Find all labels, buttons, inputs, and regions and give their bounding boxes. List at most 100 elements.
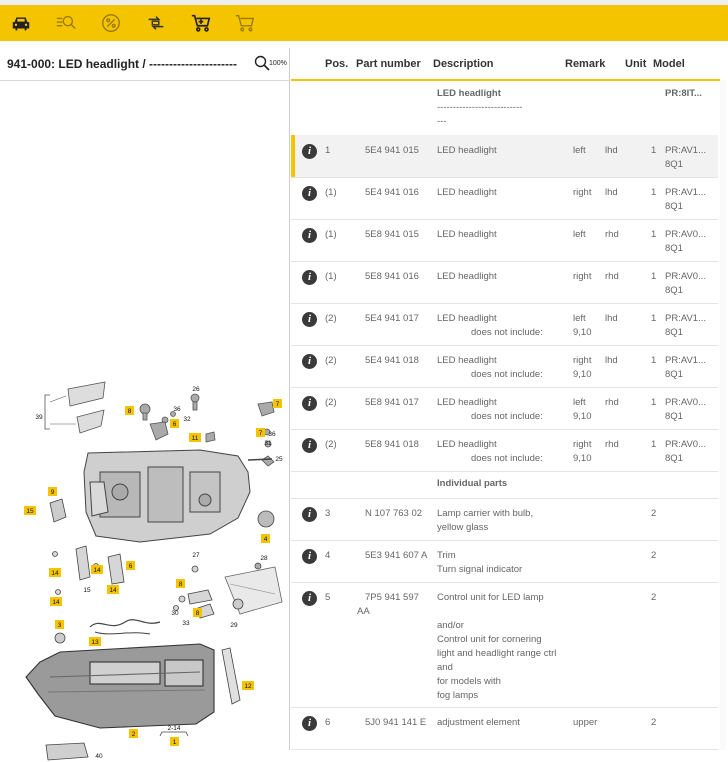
- parts-table: Pos. Part number Description Remark Unit…: [291, 48, 728, 750]
- headlight-lens: [25, 643, 215, 729]
- info-icon[interactable]: i: [302, 438, 317, 453]
- row-remark-side: right: [573, 355, 592, 366]
- svg-text:4: 4: [264, 536, 268, 543]
- table-row[interactable]: i (2) 5E4 941 017 LED headlight does not inc…: [291, 303, 718, 346]
- row-description-line: and: [437, 662, 453, 673]
- table-row[interactable]: i (1) 5E4 941 016 LED headlight right lhd 1 PR:…: [291, 177, 718, 220]
- table-row[interactable]: i (1) 5E8 941 016 LED headlight right rhd 1 PR:…: [291, 261, 718, 304]
- row-description-line: Control unit for LED lamp: [437, 592, 544, 603]
- label-33: 33: [182, 620, 190, 627]
- table-row[interactable]: i 4 5E3 941 607 A Trim Turn signal indicator…: [291, 540, 718, 583]
- list-search-icon[interactable]: [53, 11, 79, 35]
- row-description: LED headlight: [437, 439, 497, 450]
- row-remark: upper: [573, 717, 598, 728]
- info-icon[interactable]: i: [302, 507, 317, 522]
- row-model: PR:AV0...: [665, 229, 707, 240]
- info-icon[interactable]: i: [302, 312, 317, 327]
- label-6: 6: [170, 419, 179, 428]
- info-icon[interactable]: i: [302, 716, 317, 731]
- info-icon[interactable]: i: [302, 354, 317, 369]
- label-8c: 8: [193, 608, 202, 617]
- info-icon[interactable]: i: [302, 549, 317, 564]
- zoom-level: 100%: [269, 60, 287, 67]
- zoom-control[interactable]: 100%: [254, 55, 288, 73]
- info-icon[interactable]: i: [302, 591, 317, 606]
- table-row[interactable]: i (2) 5E8 941 017 LED headlight does not inc…: [291, 387, 718, 430]
- svg-text:39: 39: [35, 414, 43, 421]
- svg-text:13: 13: [91, 639, 99, 646]
- svg-text:29: 29: [230, 622, 238, 629]
- info-icon[interactable]: i: [302, 186, 317, 201]
- table-row-group-header: LED headlight ---------------------------…: [291, 80, 718, 136]
- label-29: 29: [230, 622, 238, 629]
- row-note: does not include:: [471, 453, 543, 464]
- row-model: PR:AV1...: [665, 355, 707, 366]
- row-model: PR:AV1...: [665, 313, 707, 324]
- row-remark-side: left: [573, 397, 586, 408]
- row-pos: (2): [325, 355, 337, 366]
- row-unit: 1: [651, 229, 657, 240]
- label-7a: 7: [273, 399, 282, 408]
- label-4: 4: [261, 534, 270, 543]
- label-28: 28: [260, 555, 268, 562]
- label-14c: 14: [50, 597, 62, 606]
- svg-text:40: 40: [95, 753, 103, 760]
- row-description-line: Control unit for cornering: [437, 634, 542, 645]
- exchange-icon[interactable]: [143, 11, 169, 35]
- car-icon[interactable]: [8, 11, 34, 35]
- info-icon[interactable]: i: [302, 144, 317, 159]
- row-unit: 1: [651, 355, 657, 366]
- percent-icon[interactable]: [98, 11, 124, 35]
- cart-icon[interactable]: [232, 11, 258, 35]
- info-icon[interactable]: i: [302, 396, 317, 411]
- scrollbar[interactable]: [720, 80, 726, 750]
- row-remark-side: right: [573, 187, 592, 198]
- col-remark[interactable]: Remark: [565, 58, 605, 70]
- row-description-line: fog lamps: [437, 690, 479, 701]
- illustration-pane: 941-000: LED headlight / ---------------…: [0, 48, 290, 761]
- svg-text:33: 33: [182, 620, 190, 627]
- row-remark-drive: rhd: [605, 229, 619, 240]
- group-title: LED headlight: [437, 88, 501, 99]
- table-row[interactable]: i (1) 5E8 941 015 LED headlight left rhd 1 PR:A…: [291, 219, 718, 262]
- exploded-parts-diagram[interactable]: 39 8 36 32 6 26 7 7 36 31 11 25 9 15 4 1…: [0, 332, 289, 762]
- info-icon[interactable]: i: [302, 228, 317, 243]
- table-row[interactable]: i (2) 5E8 941 018 LED headlight does not inc…: [291, 429, 718, 472]
- label-25: 25: [275, 456, 283, 463]
- brackets: [52, 545, 215, 619]
- table-row[interactable]: i3 N 107 763 02 Lamp carrier with bulb, yel…: [291, 498, 718, 541]
- table-row[interactable]: i (2) 5E4 941 018 LED headlight does not inc…: [291, 345, 718, 388]
- row-description: LED headlight: [437, 229, 497, 240]
- row-part-number: 5E8 941 017: [365, 397, 419, 408]
- row-model-2: 8Q1: [665, 369, 683, 380]
- table-row[interactable]: i 1 5E4 941 015 LED headlight left lhd 1 PR:AV1…: [291, 135, 718, 178]
- row-description-line: Turn signal indicator: [437, 564, 523, 575]
- label-14a: 14: [49, 568, 61, 577]
- col-unit[interactable]: Unit: [625, 58, 646, 70]
- label-6b: 6: [126, 561, 135, 570]
- row-description-line: for models with: [437, 676, 501, 687]
- table-row[interactable]: i 6 5J0 941 141 E adjustment element upper 2: [291, 707, 718, 750]
- row-remark-drive: lhd: [605, 355, 618, 366]
- svg-text:26: 26: [192, 386, 200, 393]
- label-14b: 14: [91, 565, 103, 574]
- row-remark-extra: 9,10: [573, 453, 592, 464]
- info-icon[interactable]: i: [302, 270, 317, 285]
- table-row[interactable]: i 5 7P5 941 597 AA Control unit for LED lamp…: [291, 582, 718, 708]
- label-39: 39: [35, 414, 43, 421]
- cart-add-icon[interactable]: [188, 11, 214, 35]
- col-model[interactable]: Model: [653, 58, 685, 70]
- col-description[interactable]: Description: [433, 58, 494, 70]
- row-part-number: 5J0 941 141 E: [365, 717, 427, 728]
- label-1: 1: [170, 737, 179, 746]
- row-note: does not include:: [471, 327, 543, 338]
- col-part-number[interactable]: Part number: [356, 58, 421, 70]
- row-unit: 1: [651, 271, 657, 282]
- row-remark-side: right: [573, 439, 592, 450]
- illustration-header: 941-000: LED headlight / ---------------…: [0, 48, 289, 81]
- col-pos[interactable]: Pos.: [325, 58, 348, 70]
- selected-row-indicator: [291, 135, 295, 177]
- row-model-2: 8Q1: [665, 285, 683, 296]
- label-31: 31: [264, 440, 272, 447]
- row-unit: 1: [651, 397, 657, 408]
